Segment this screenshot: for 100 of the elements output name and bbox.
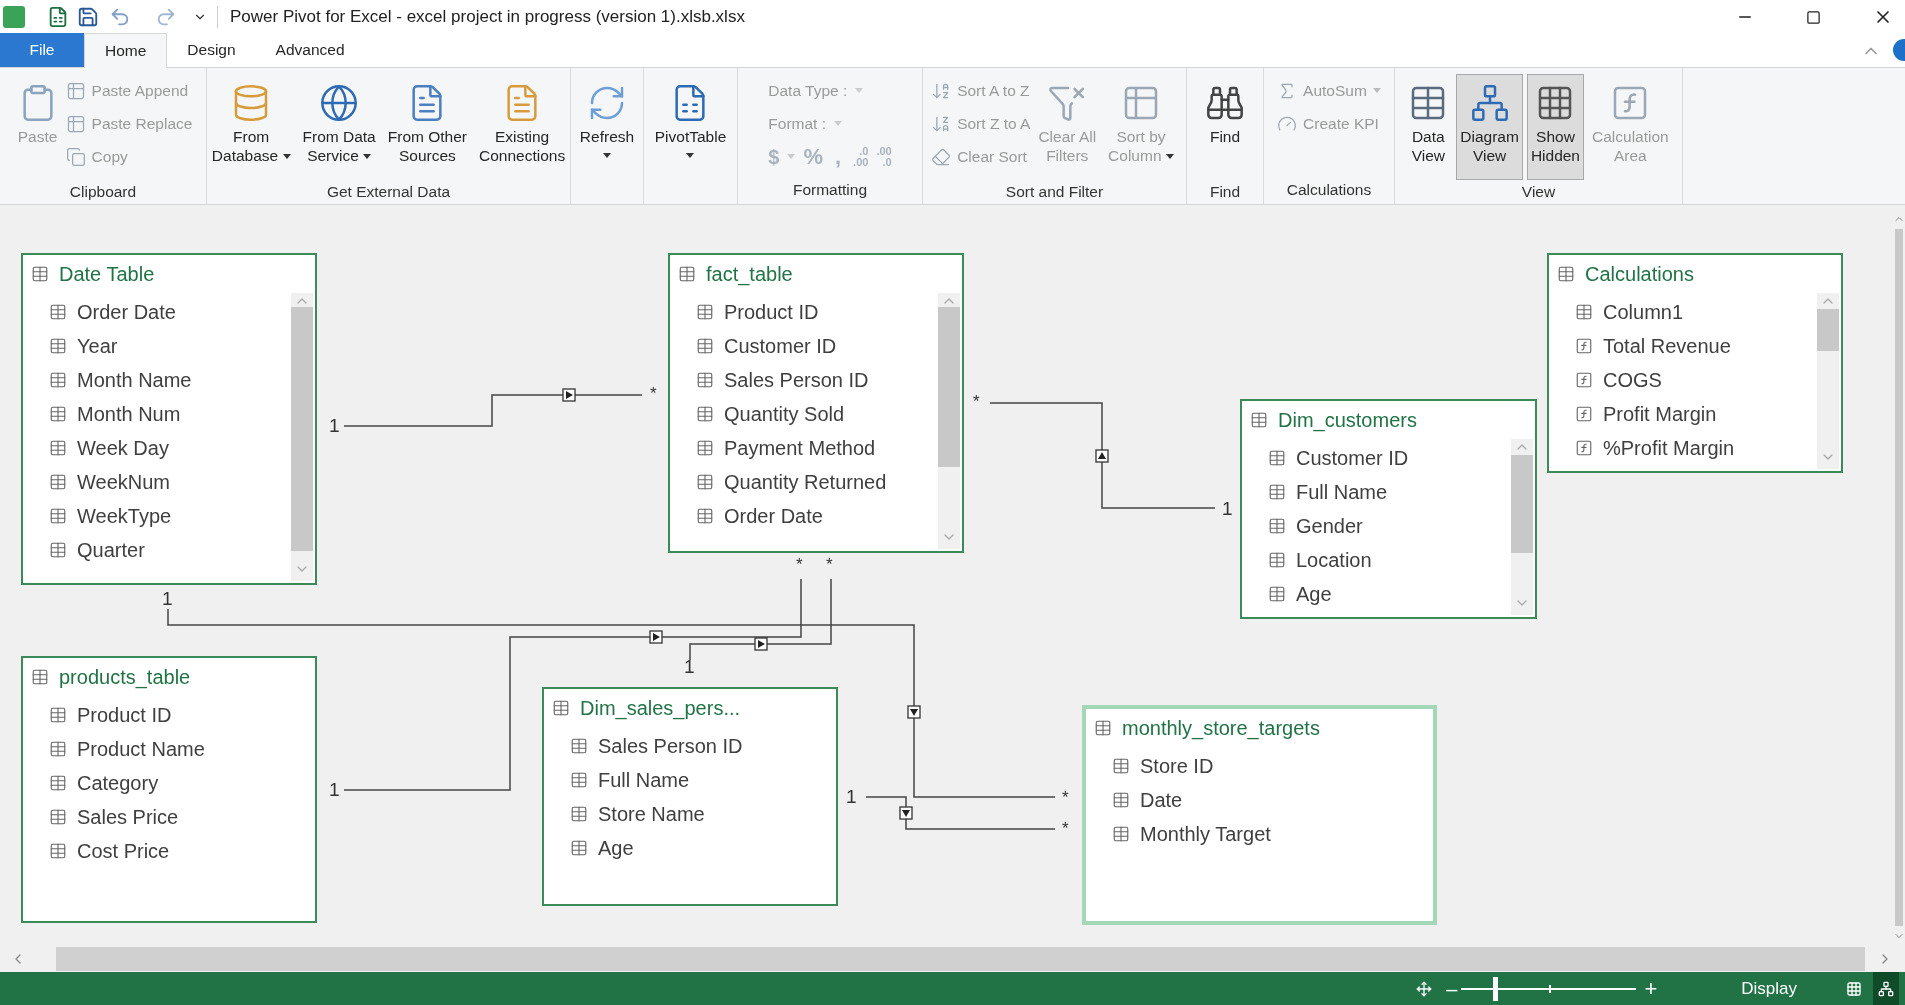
diagram-icon xyxy=(1469,83,1510,123)
column-icon xyxy=(696,337,714,355)
column-icon xyxy=(570,839,588,857)
column-icon xyxy=(1112,825,1130,843)
dropdown-caret-icon xyxy=(363,154,372,160)
ribbon-button[interactable]: From Database xyxy=(207,74,295,180)
group-label: Find xyxy=(1209,182,1241,203)
ribbon-button[interactable]: Existing Connections xyxy=(475,74,570,180)
table-icon xyxy=(1250,411,1268,429)
field-name: Week Day xyxy=(77,436,169,461)
window-title: Power Pivot for Excel - excel project in progress (version 1).xlsb.xlsx xyxy=(230,6,745,29)
column-icon xyxy=(49,541,67,559)
formula-icon xyxy=(1575,439,1593,457)
field-name: Profit Margin xyxy=(1603,402,1717,427)
relationship-line[interactable] xyxy=(989,402,1216,509)
scroll-thumb[interactable] xyxy=(1511,455,1533,553)
column-icon xyxy=(49,371,67,389)
cardinality-label: * xyxy=(973,392,980,411)
field-name: Year xyxy=(77,334,118,359)
column-icon xyxy=(570,771,588,789)
file-tab[interactable]: File xyxy=(0,33,84,67)
zoom-thumb[interactable] xyxy=(1492,976,1498,1001)
cardinality-label: 1 xyxy=(684,656,695,677)
field-name: Customer ID xyxy=(724,334,837,359)
ribbon-button[interactable]: From Other Sources xyxy=(383,74,471,180)
field-name: Sales Person ID xyxy=(598,734,743,759)
zoom-out-button[interactable]: – xyxy=(1446,973,1458,1004)
ribbon-button[interactable]: From Data Service xyxy=(298,74,380,180)
field-name: Column1 xyxy=(1603,300,1684,325)
diagram-view-button[interactable] xyxy=(1873,972,1899,1005)
ribbon-tab[interactable]: Advanced xyxy=(255,33,365,67)
cardinality-label: * xyxy=(826,555,833,574)
relationship-line[interactable] xyxy=(865,796,1056,830)
group-label: Calculations xyxy=(1286,180,1372,201)
dropdown-caret-icon xyxy=(282,154,291,160)
group-label: Get External Data xyxy=(326,182,451,203)
app-icon[interactable] xyxy=(3,6,25,28)
field-name: WeekNum xyxy=(77,470,170,495)
ribbon-button[interactable]: Data View xyxy=(1404,74,1453,180)
ribbon-button[interactable]: Refresh xyxy=(575,74,639,180)
scrollbar[interactable] xyxy=(1511,439,1533,615)
column-icon xyxy=(696,303,714,321)
eraser-icon xyxy=(931,146,952,167)
relationship-line[interactable] xyxy=(343,578,802,791)
table-card[interactable]: products_table Product ID Product Name Category Sales Price Cost Price xyxy=(21,656,317,923)
dropdown-caret-icon xyxy=(834,121,842,126)
scroll-thumb[interactable] xyxy=(1895,229,1903,926)
field-name: Payment Method xyxy=(724,436,876,461)
scroll-thumb[interactable] xyxy=(291,307,313,551)
save-icon[interactable] xyxy=(77,6,99,28)
field-name: Order Date xyxy=(724,504,823,529)
column-icon xyxy=(49,842,67,860)
scrollbar[interactable] xyxy=(291,293,313,581)
ribbon-button[interactable]: Show Hidden xyxy=(1526,74,1584,180)
zoom-slider[interactable] xyxy=(1461,976,1637,1001)
column-icon xyxy=(49,303,67,321)
field-name: Order Date xyxy=(77,300,176,325)
redo-icon[interactable] xyxy=(155,6,177,28)
field-name: Sales Person ID xyxy=(724,368,869,393)
table-title: Dim_sales_pers... xyxy=(580,696,741,722)
display-label: Display xyxy=(1741,977,1797,1000)
column-icon xyxy=(1112,757,1130,775)
help-icon[interactable] xyxy=(1893,39,1905,61)
globe-icon xyxy=(319,83,360,123)
table-title: Date Table xyxy=(59,262,155,287)
scroll-thumb[interactable] xyxy=(938,307,960,467)
scroll-thumb[interactable] xyxy=(1817,309,1839,351)
scrollbar[interactable] xyxy=(1817,293,1839,469)
table-icon xyxy=(552,699,570,717)
table-card[interactable]: Date Table Order Date Year Month Name Month Num Week Day WeekNum WeekType Quarter xyxy=(21,253,317,585)
table-card[interactable]: monthly_store_targets Store ID Date Monthly Target xyxy=(1082,705,1437,925)
relationship-line[interactable] xyxy=(689,578,832,661)
scrollbar[interactable] xyxy=(938,293,960,549)
field-name: Product ID xyxy=(77,703,172,728)
table-card[interactable]: Dim_customers Customer ID Full Name Gender Location Age xyxy=(1240,399,1537,619)
ribbon-tab[interactable]: Home xyxy=(84,33,168,68)
table-card[interactable]: Calculations Column1 Total Revenue COGS Profit Margin %Profit Margin xyxy=(1547,253,1843,473)
column-icon xyxy=(1268,449,1286,467)
restore-icon[interactable] xyxy=(1806,9,1821,25)
dropdown-caret-icon xyxy=(855,88,864,93)
fit-to-screen-icon[interactable] xyxy=(1416,980,1433,997)
ribbon-button[interactable]: Find xyxy=(1201,74,1249,180)
column-icon xyxy=(49,507,67,525)
table-card[interactable]: Dim_sales_pers... Sales Person ID Full Name Store Name Age xyxy=(542,687,838,906)
field-name: Full Name xyxy=(598,768,690,793)
column-icon xyxy=(49,337,67,355)
copy-icon xyxy=(65,146,86,167)
table-card[interactable]: fact_table Product ID Customer ID Sales Person ID Quantity Sold Payment Method Quantity Returned Order Date xyxy=(668,253,964,553)
column-icon xyxy=(570,737,588,755)
ribbon-tab[interactable]: Design xyxy=(167,33,256,67)
relationship-line[interactable] xyxy=(343,388,643,427)
spreadsheet-icon[interactable] xyxy=(47,6,69,28)
dropdown-caret-icon xyxy=(686,153,695,158)
formula-icon xyxy=(1575,371,1593,389)
zoom-in-button[interactable]: + xyxy=(1644,972,1658,1005)
field-name: COGS xyxy=(1603,368,1662,393)
ribbon-button[interactable]: PivotTable xyxy=(650,74,731,180)
undo-icon[interactable] xyxy=(109,6,131,28)
grid-icon xyxy=(1846,980,1862,997)
ribbon-button[interactable]: Diagram View xyxy=(1456,74,1523,180)
